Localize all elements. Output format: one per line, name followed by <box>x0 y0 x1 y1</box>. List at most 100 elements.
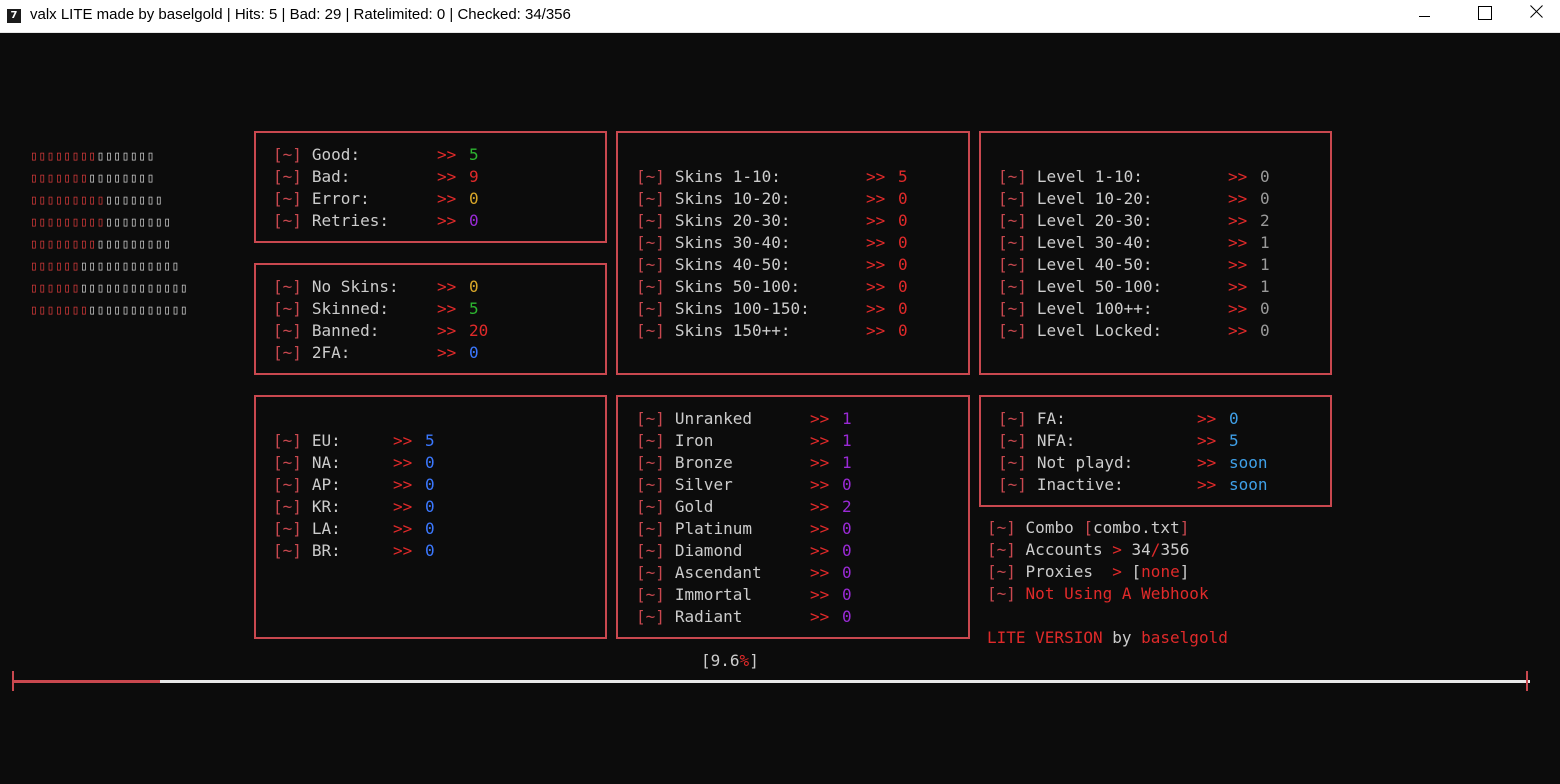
skins-stat-value: 0 <box>898 211 908 230</box>
level-stat-label: Level 20-30: <box>1036 211 1153 230</box>
region-stat-value: 0 <box>425 453 435 472</box>
fa-stat-label: NFA: <box>1036 431 1076 450</box>
maximize-button[interactable] <box>1461 0 1507 33</box>
skins-stat-label: Skins 100-150: <box>674 299 810 318</box>
author-name: baselgold <box>1141 628 1228 647</box>
rank-stat-label: Gold <box>674 497 714 516</box>
row-arrow: >> <box>866 277 886 296</box>
proxies-value: none <box>1141 562 1180 581</box>
skins-stat-row: [~] Skins 30-40: >> 0 <box>636 232 958 254</box>
row-prefix: [~] <box>998 211 1027 230</box>
level-stat-row: [~] Level 1-10: >> 0 <box>998 166 1320 188</box>
stat-row: [~] Error: >> 0 <box>273 188 529 210</box>
row-arrow: >> <box>810 431 830 450</box>
row-arrow: >> <box>810 497 830 516</box>
level-stat-label: Level Locked: <box>1036 321 1163 340</box>
rank-stat-label: Bronze <box>674 453 733 472</box>
row-arrow: >> <box>393 497 413 516</box>
title-bar: 7 valx LITE made by baselgold | Hits: 5 … <box>0 0 1560 33</box>
combo-file: combo.txt <box>1093 518 1180 537</box>
rank-stat-label: Radiant <box>674 607 743 626</box>
row-prefix: [~] <box>998 321 1027 340</box>
region-stat-label: KR: <box>311 497 341 516</box>
region-stat-row: [~] LA: >> 0 <box>273 518 485 540</box>
row-arrow: >> <box>810 409 830 428</box>
rank-stat-label: Immortal <box>674 585 752 604</box>
row-prefix: [~] <box>273 475 302 494</box>
row-arrow: >> <box>810 453 830 472</box>
fa-stat-value: 0 <box>1229 409 1239 428</box>
minimize-button[interactable] <box>1402 0 1448 33</box>
rank-stat-label: Diamond <box>674 541 743 560</box>
region-stat-label: NA: <box>311 453 341 472</box>
row-arrow: >> <box>866 233 886 252</box>
row-arrow: >> <box>1228 189 1248 208</box>
row-arrow: >> <box>810 585 830 604</box>
rank-stat-value: 0 <box>842 519 852 538</box>
stat-value: 9 <box>469 167 479 186</box>
fa-stat-value: 5 <box>1229 431 1239 450</box>
row-prefix: [~] <box>273 453 302 472</box>
row-prefix: [~] <box>273 211 302 230</box>
terminal-app-icon: 7 <box>7 9 21 23</box>
row-arrow: >> <box>1197 431 1217 450</box>
accounts-checked: 34 <box>1131 540 1151 559</box>
rank-stat-value: 0 <box>842 541 852 560</box>
level-stat-label: Level 30-40: <box>1036 233 1153 252</box>
row-prefix: [~] <box>636 431 665 450</box>
skins-stat-row: [~] Skins 50-100: >> 0 <box>636 276 958 298</box>
webhook-line: [~] Not Using A Webhook <box>987 584 1209 603</box>
row-arrow: >> <box>810 563 830 582</box>
row-prefix: [~] <box>636 299 665 318</box>
region-stat-value: 0 <box>425 519 435 538</box>
row-arrow: >> <box>437 189 457 208</box>
row-arrow: >> <box>437 321 457 340</box>
fa-stat-row: [~] Inactive: >> soon <box>998 474 1289 496</box>
row-arrow: >> <box>437 167 457 186</box>
region-stat-value: 5 <box>425 431 435 450</box>
stat-value: 0 <box>469 189 479 208</box>
fa-stat-row: [~] NFA: >> 5 <box>998 430 1289 452</box>
row-prefix: [~] <box>998 167 1027 186</box>
skinned-stat-row: [~] Skinned: >> 5 <box>273 298 529 320</box>
stat-label: Bad: <box>311 167 351 186</box>
region-stat-row: [~] AP: >> 0 <box>273 474 485 496</box>
rank-stat-row: [~] Ascendant >> 0 <box>636 562 902 584</box>
level-stat-value: 0 <box>1260 189 1270 208</box>
row-arrow: >> <box>1228 299 1248 318</box>
row-arrow: >> <box>1228 277 1248 296</box>
close-button[interactable] <box>1514 0 1560 33</box>
row-prefix: [~] <box>636 211 665 230</box>
rank-stat-row: [~] Platinum >> 0 <box>636 518 902 540</box>
skins-stat-label: Skins 50-100: <box>674 277 801 296</box>
row-prefix: [~] <box>273 497 302 516</box>
level-stat-row: [~] Level 40-50: >> 1 <box>998 254 1320 276</box>
skins-stat-value: 0 <box>898 255 908 274</box>
skins-stat-value: 0 <box>898 321 908 340</box>
row-arrow: >> <box>437 299 457 318</box>
row-arrow: >> <box>810 541 830 560</box>
skinned-stat-value: 0 <box>469 343 479 362</box>
level-stat-row: [~] Level 10-20: >> 0 <box>998 188 1320 210</box>
row-prefix: [~] <box>998 277 1027 296</box>
skins-stat-value: 0 <box>898 277 908 296</box>
rank-stat-row: [~] Immortal >> 0 <box>636 584 902 606</box>
level-stat-label: Level 50-100: <box>1036 277 1163 296</box>
row-prefix: [~] <box>273 299 302 318</box>
skins-stat-row: [~] Skins 20-30: >> 0 <box>636 210 958 232</box>
rank-stat-row: [~] Radiant >> 0 <box>636 606 902 628</box>
row-prefix: [~] <box>636 321 665 340</box>
accounts-total: 356 <box>1160 540 1190 559</box>
rank-stat-row: [~] Bronze >> 1 <box>636 452 902 474</box>
rank-stat-label: Platinum <box>674 519 752 538</box>
level-stat-row: [~] Level Locked: >> 0 <box>998 320 1320 342</box>
skins-stat-row: [~] Skins 100-150: >> 0 <box>636 298 958 320</box>
row-arrow: >> <box>437 211 457 230</box>
row-prefix: [~] <box>636 541 665 560</box>
row-arrow: >> <box>1228 167 1248 186</box>
skins-stat-label: Skins 20-30: <box>674 211 791 230</box>
skins-stat-label: Skins 1-10: <box>674 167 781 186</box>
skins-stat-row: [~] Skins 40-50: >> 0 <box>636 254 958 276</box>
row-arrow: >> <box>393 475 413 494</box>
region-stat-label: BR: <box>311 541 341 560</box>
